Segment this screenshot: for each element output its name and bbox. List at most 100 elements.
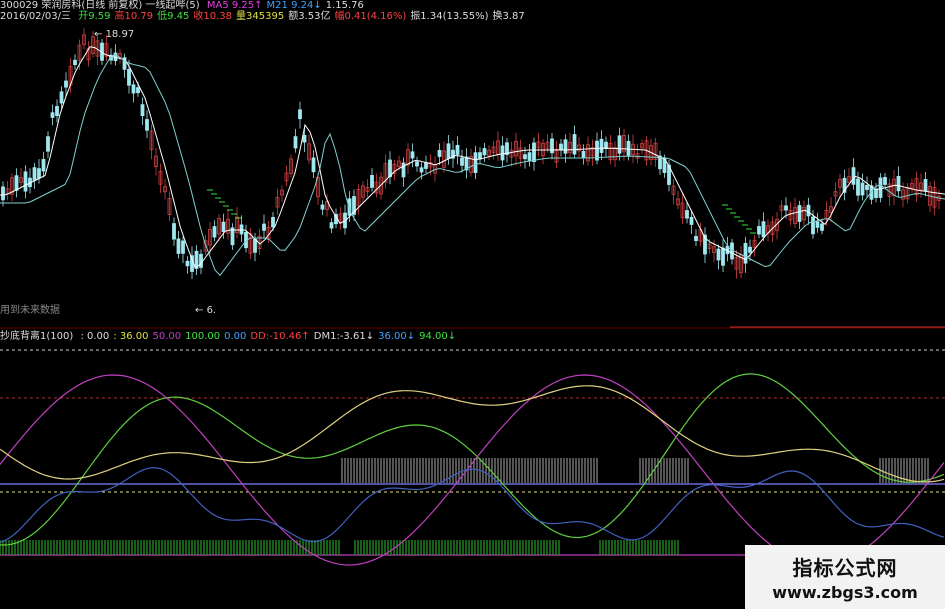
candle-body xyxy=(55,106,59,117)
candle-body xyxy=(478,152,482,160)
candle-body xyxy=(59,91,64,104)
candle-body xyxy=(820,223,824,231)
candle-body xyxy=(127,69,131,86)
candle-body xyxy=(311,157,316,173)
candle-body xyxy=(883,176,887,185)
indicator-value-3: 100.00 xyxy=(185,331,221,342)
candle-body xyxy=(212,226,217,238)
candle-body xyxy=(424,162,428,169)
price-candles xyxy=(1,28,941,280)
candle-body xyxy=(550,138,554,154)
candle-body xyxy=(743,242,748,264)
candle-body xyxy=(73,59,77,66)
candle-body xyxy=(221,221,226,233)
candle-body xyxy=(559,143,563,151)
candle-body xyxy=(437,150,442,157)
quote-4: 量345395 xyxy=(236,11,285,22)
candle-body xyxy=(131,84,136,94)
candle-body xyxy=(32,167,37,181)
candle-body xyxy=(370,175,374,188)
candle-body xyxy=(784,205,788,211)
candle-body xyxy=(532,142,536,163)
candle-body xyxy=(41,159,46,172)
quote-6: 幅0.41(4.16%) xyxy=(334,11,407,22)
candle-body xyxy=(185,260,190,267)
ma-value-2: 1.15.76 xyxy=(325,0,364,11)
quote-2: 低9.45 xyxy=(157,11,190,22)
candle-body xyxy=(262,223,266,231)
indicator-line-yellow xyxy=(0,385,945,483)
candle-body xyxy=(811,216,815,235)
candle-body xyxy=(298,109,302,120)
candle-body xyxy=(415,161,419,167)
candle-body xyxy=(253,238,257,253)
indicator-header: 抄底背离1(100) : 0.00: 36.00 50.00 100.00 0.00 D… xyxy=(0,331,460,343)
indicator-value-8: 94.00↓ xyxy=(419,331,457,342)
bar-date: 2016/02/03/三 xyxy=(0,11,72,22)
candle-body xyxy=(896,176,901,192)
candle-body xyxy=(145,119,149,131)
indicator-name: 抄底背离1(100) xyxy=(0,331,74,342)
indicator-value-4: 0.00 xyxy=(224,331,247,342)
candle-body xyxy=(329,222,334,229)
quote-0: 开9.59 xyxy=(78,11,111,22)
candle-body xyxy=(523,154,527,160)
candle-body xyxy=(172,223,176,240)
candle-body xyxy=(176,238,181,254)
candle-body xyxy=(50,112,55,118)
quote-5: 额3.53亿 xyxy=(288,11,331,22)
candle-body xyxy=(761,221,766,238)
candle-body xyxy=(694,236,698,241)
indicator-panel xyxy=(0,327,945,566)
indicator-value-0: : 0.00 xyxy=(80,331,110,342)
quote-7: 振1.34(13.55%) xyxy=(410,11,489,22)
candle-body xyxy=(748,246,752,253)
candle-body xyxy=(140,104,145,117)
candle-body xyxy=(473,152,478,173)
candle-body xyxy=(874,188,878,198)
moving-averages xyxy=(0,46,945,328)
future-data-note: 用到未来数据 xyxy=(0,305,60,316)
candle-body xyxy=(716,248,721,261)
header-line-2: 2016/02/03/三 开9.59 高10.79 低9.45 收10.38 量3453… xyxy=(0,11,529,23)
indicator-value-7: 36.00↓ xyxy=(378,331,416,342)
candle-body xyxy=(14,175,19,191)
candle-body xyxy=(500,145,505,161)
candle-body xyxy=(64,80,68,88)
candle-body xyxy=(563,139,568,154)
candle-body xyxy=(46,136,50,152)
candle-body xyxy=(860,182,865,196)
candle-body xyxy=(293,136,298,149)
candle-body xyxy=(460,157,464,166)
candle-body xyxy=(572,134,577,155)
watermark-title: 指标公式网 xyxy=(792,556,898,580)
candle-body xyxy=(689,216,694,225)
candle-body xyxy=(851,167,856,185)
candle-body xyxy=(271,217,275,228)
candle-body xyxy=(1,186,5,201)
candle-body xyxy=(527,152,532,162)
watermark-url: www.zbgs3.com xyxy=(772,583,918,602)
candle-body xyxy=(136,87,140,94)
candle-body xyxy=(410,151,415,159)
stock-chart[interactable] xyxy=(0,0,945,609)
candle-body xyxy=(181,240,185,254)
candle-body xyxy=(856,178,860,196)
candle-body xyxy=(320,204,325,210)
candle-body xyxy=(37,168,41,179)
indicator-value-6: DM1:-3.61↓ xyxy=(313,331,375,342)
candle-body xyxy=(617,135,622,154)
low-price-marker: ← 6. xyxy=(195,305,217,316)
indicator-value-2: 50.00 xyxy=(152,331,182,342)
candle-body xyxy=(923,179,928,192)
quote-1: 高10.79 xyxy=(114,11,154,22)
indicator-value-1: : 36.00 xyxy=(113,331,149,342)
candle-body xyxy=(239,224,244,235)
candle-body xyxy=(455,144,460,155)
candle-body xyxy=(199,253,203,268)
ma-value-1: M21 9.24↓ xyxy=(266,0,322,11)
candle-body xyxy=(721,247,725,266)
candle-body xyxy=(581,150,586,159)
candle-body xyxy=(626,140,631,156)
candle-body xyxy=(757,226,761,235)
